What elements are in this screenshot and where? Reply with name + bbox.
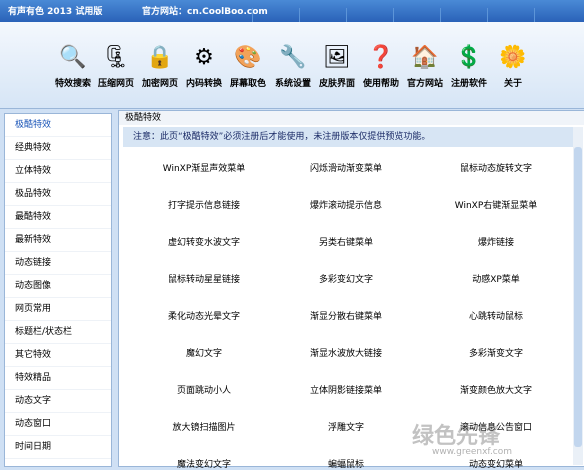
sidebar-item[interactable]: 时间日期 [5,436,111,459]
toolbar-label: 使用帮助 [362,79,399,89]
effect-link[interactable]: 多彩变幻文字 [271,272,421,285]
sidebar-item[interactable]: 极品特效 [5,183,111,206]
menu-bar [252,8,581,22]
effect-link[interactable]: 鼠标转动星星链接 [129,272,279,285]
flower-icon: 🌼 [499,44,527,70]
effect-link[interactable]: 渐显分散右键菜单 [271,309,421,322]
toolbar-button-3[interactable]: ⚙ 内码转换 [183,40,225,90]
vertical-scrollbar[interactable] [573,127,583,465]
toolbar: 🔍 特效搜索 🗜 压缩网页 🔒 加密网页 ⚙ 内码转换 🎨 屏幕取色 🔧 系统设置 🖼 皮肤界面 ❓ 使用帮助… [0,22,584,109]
toolbar-label: 特效搜索 [54,79,91,89]
effect-link[interactable]: WinXP右键渐显菜单 [421,198,571,211]
effect-link[interactable]: 立体阴影链接菜单 [271,383,421,396]
sidebar-item[interactable]: 动态窗口 [5,413,111,436]
toolbar-button-10[interactable]: 🌼 关于 [492,40,534,90]
palette-icon: 🎨 [234,44,262,70]
toolbar-button-1[interactable]: 🗜 压缩网页 [95,40,137,90]
toolbar-button-6[interactable]: 🖼 皮肤界面 [316,40,358,90]
toolbar-button-4[interactable]: 🎨 屏幕取色 [227,40,269,90]
sidebar-item[interactable]: 动态文字 [5,390,111,413]
effect-link[interactable]: 爆炸滚动提示信息 [271,198,421,211]
effect-link[interactable]: 动态变幻菜单 [421,457,571,470]
menu-item[interactable] [299,8,346,22]
zip-icon: 🗜 [102,44,130,70]
sidebar-item[interactable]: 特效精品 [5,367,111,390]
effect-link[interactable]: 打字提示信息链接 [129,198,279,211]
toolbar-label: 注册软件 [450,79,487,89]
menu-item[interactable] [534,8,581,22]
toolbar-button-5[interactable]: 🔧 系统设置 [272,40,314,90]
effect-link[interactable]: 虚幻转变水波文字 [129,235,279,248]
toolbar-button-2[interactable]: 🔒 加密网页 [139,40,181,90]
toolbar-label: 系统设置 [274,79,311,89]
effect-link[interactable]: 渐显水波放大链接 [271,346,421,359]
sidebar-item[interactable]: 动态图像 [5,275,111,298]
search-icon: 🔍 [59,44,87,70]
help-icon: ❓ [367,44,395,70]
home-icon: 🏠 [411,44,439,70]
sidebar-item[interactable]: 最酷特效 [5,206,111,229]
sidebar-item[interactable]: 极酷特效 [5,114,111,137]
toolbar-label: 屏幕取色 [229,79,266,89]
effect-link[interactable]: 页面跳动小人 [129,383,279,396]
sidebar-item[interactable]: 其它特效 [5,344,111,367]
effect-link[interactable]: 多彩渐变文字 [421,346,571,359]
toolbar-button-7[interactable]: ❓ 使用帮助 [360,40,402,90]
toolbar-label: 加密网页 [141,79,178,89]
official-site: 官方网站：cn.CoolBoo.com [142,7,268,17]
sidebar-item[interactable]: 动态链接 [5,252,111,275]
effect-link[interactable]: 另类右键菜单 [271,235,421,248]
effect-link[interactable]: 爆炸链接 [421,235,571,248]
sidebar-item[interactable]: 立体特效 [5,160,111,183]
toolbar-label: 压缩网页 [97,79,134,89]
menu-item[interactable] [346,8,393,22]
toolbar-label: 官方网站 [406,79,443,89]
sidebar-item[interactable]: 网页常用 [5,298,111,321]
menu-item[interactable] [393,8,440,22]
menu-item[interactable] [487,8,534,22]
effect-link[interactable]: 浮雕文字 [271,420,421,433]
toolbar-button-0[interactable]: 🔍 特效搜索 [52,40,94,90]
toolbar-button-8[interactable]: 🏠 官方网站 [404,40,446,90]
registration-notice: 注意：此页“极酷特效”必须注册后才能使用，未注册版本仅提供预览功能。 [123,127,577,147]
effect-link[interactable]: 渐变颜色放大文字 [421,383,571,396]
effect-link[interactable]: 心跳转动鼠标 [421,309,571,322]
effect-link[interactable]: 柔化动态光晕文字 [129,309,279,322]
effect-link[interactable]: 鼠标动态旋转文字 [421,161,571,174]
effects-panel: 极酷特效 注意：此页“极酷特效”必须注册后才能使用，未注册版本仅提供预览功能。 … [118,110,584,470]
skin-icon: 🖼 [323,44,351,70]
sidebar-item[interactable]: 最新特效 [5,229,111,252]
toolbar-button-9[interactable]: 💲 注册软件 [448,40,490,90]
panel-heading: 极酷特效 [119,111,584,125]
menu-item[interactable] [252,8,299,22]
window-title: 有声有色 2013 试用版 [8,7,103,17]
effect-link[interactable]: 动感XP菜单 [421,272,571,285]
effect-link[interactable]: WinXP渐显声效菜单 [129,161,279,174]
sidebar-item[interactable]: 经典特效 [5,137,111,160]
effect-link[interactable]: 蝙蝠鼠标 [271,457,421,470]
effect-link[interactable]: 魔幻文字 [129,346,279,359]
gear-icon: ⚙ [194,44,214,70]
tools-icon: 🔧 [279,44,307,70]
menu-item[interactable] [440,8,487,22]
toolbar-label: 内码转换 [185,79,222,89]
watermark-brand: 绿色先锋 [412,424,501,449]
sidebar-item[interactable]: 标题栏/状态栏 [5,321,111,344]
toolbar-label: 皮肤界面 [318,79,355,89]
effect-link[interactable]: 放大镜扫描图片 [129,420,279,433]
title-bar: 有声有色 2013 试用版 官方网站：cn.CoolBoo.com [0,0,584,22]
effect-link[interactable]: 魔法变幻文字 [129,457,279,470]
dollar-icon: 💲 [455,44,483,70]
lock-icon: 🔒 [146,44,174,70]
scrollbar-thumb[interactable] [574,147,582,447]
watermark-url: www.greenxf.com [432,447,513,457]
toolbar-label: 关于 [503,79,522,89]
effect-link[interactable]: 闪烁滑动渐变菜单 [271,161,421,174]
category-sidebar: 极酷特效 经典特效 立体特效 极品特效 最酷特效 最新特效 动态链接 动态图像 网页常用 标题栏/… [4,113,112,467]
